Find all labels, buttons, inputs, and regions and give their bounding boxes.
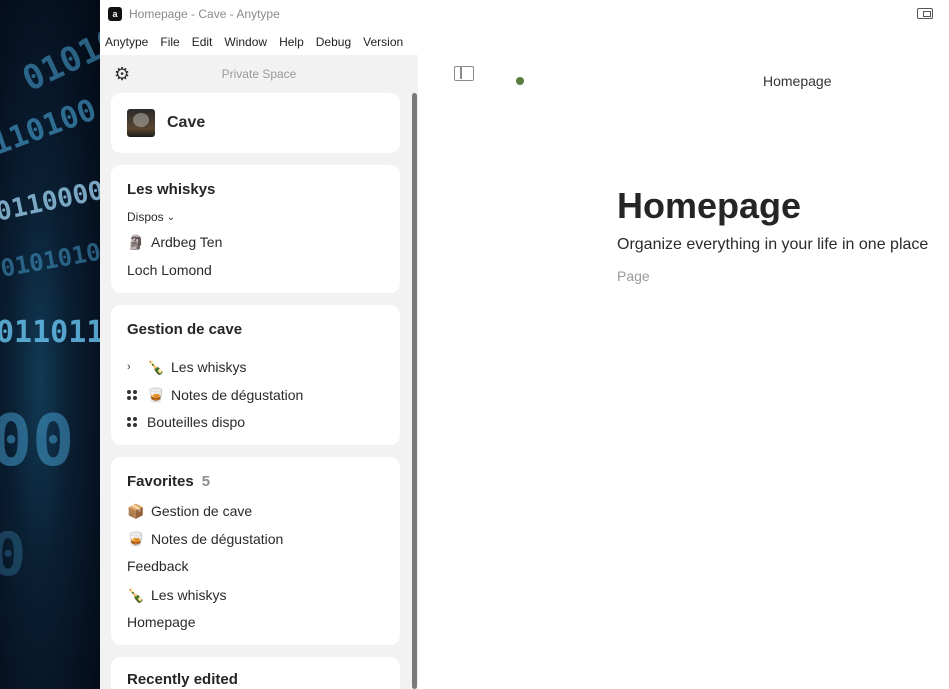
app-window: a Homepage - Cave - Anytype Anytype File… [100,0,949,689]
bullet-icon [127,390,141,400]
bottles-icon: 🍾 [127,586,145,603]
page-description[interactable]: Organize everything in your life in one … [617,236,928,254]
bullet-icon [127,417,141,427]
widget-gestion: Gestion de cave › 🍾 Les whiskys 🥃 Notes … [111,305,400,445]
view-selector[interactable]: Dispos ⌄ [127,210,175,224]
widget-title[interactable]: Les whiskys [127,181,215,198]
glass-icon: 🥃 [127,530,145,547]
space-name: Private Space [221,67,297,81]
bottles-icon: 🍾 [147,358,165,375]
list-item-label: Gestion de cave [151,503,253,519]
tree-item-label: Les whiskys [171,359,247,375]
space-card-name: Cave [167,114,206,131]
anytype-logo-icon: a [108,7,122,21]
sidebar-toggle-icon[interactable] [454,66,474,81]
list-item-label: Ardbeg Ten [151,234,223,250]
sidebar-scrollbar[interactable] [412,93,417,689]
widget-title[interactable]: Favorites 5 [127,473,210,490]
list-item[interactable]: 🍾 Les whiskys [127,586,226,604]
desktop-background: 01010 110100 01100000 01010100 011011 0 0… [0,0,100,689]
menu-debug[interactable]: Debug [316,35,351,49]
menu-version[interactable]: Version [363,35,403,49]
menu-window[interactable]: Window [224,35,267,49]
menu-edit[interactable]: Edit [192,35,213,49]
list-item[interactable]: 📦 Gestion de cave [127,502,252,520]
chevron-right-icon[interactable]: › [127,361,141,373]
whisky-figure-icon: 🗿 [127,233,145,250]
glass-icon: 🥃 [147,386,165,403]
chevron-down-icon: ⌄ [166,211,176,223]
widget-title-label: Favorites [127,473,194,490]
list-item[interactable]: Homepage [127,614,196,630]
sidebar: ⚙ Private Space Cave Les whiskys Dispos … [100,55,418,689]
list-item[interactable]: 🥃 Notes de dégustation [127,530,283,548]
gear-icon[interactable]: ⚙ [114,65,130,83]
window-title: Homepage - Cave - Anytype [129,7,280,21]
tree-item[interactable]: 🥃 Notes de dégustation [127,386,303,404]
list-item[interactable]: Feedback [127,558,188,574]
space-card-row: Cave [127,109,205,137]
menu-anytype[interactable]: Anytype [105,35,148,49]
widget-recent: Recently edited [111,657,400,689]
favorites-count: 5 [201,473,211,490]
sidebar-header: ⚙ Private Space [100,55,418,93]
page-title[interactable]: Homepage [617,185,801,227]
list-item-label: Homepage [127,614,196,630]
list-item-label: Les whiskys [151,587,227,603]
sync-status-icon[interactable] [516,77,524,85]
title-bar: a Homepage - Cave - Anytype [100,0,949,28]
object-type[interactable]: Page [617,268,650,284]
tree-item-label: Bouteilles dispo [147,414,246,430]
tree-item[interactable]: Bouteilles dispo [127,414,245,430]
tree-item-label: Notes de dégustation [171,387,304,403]
list-item-label: Loch Lomond [127,262,212,278]
list-item-label: Feedback [127,558,189,574]
menu-help[interactable]: Help [279,35,304,49]
widget-whiskys: Les whiskys Dispos ⌄ 🗿 Ardbeg Ten Loch L… [111,165,400,293]
menu-bar: Anytype File Edit Window Help Debug Vers… [100,28,949,55]
space-avatar [127,109,155,137]
window-control-icon[interactable] [917,8,933,19]
crate-icon: 📦 [127,502,145,519]
list-item-label: Notes de dégustation [151,531,284,547]
view-selector-label: Dispos [127,210,164,224]
space-card[interactable]: Cave [111,93,400,153]
list-item[interactable]: Loch Lomond [127,262,212,278]
tree-item[interactable]: › 🍾 Les whiskys [127,358,246,376]
menu-file[interactable]: File [160,35,179,49]
widget-title[interactable]: Gestion de cave [127,321,242,338]
header-title: Homepage [763,73,832,89]
list-item[interactable]: 🗿 Ardbeg Ten [127,233,222,251]
widget-title[interactable]: Recently edited [127,671,238,688]
widget-favorites: Favorites 5 📦 Gestion de cave 🥃 Notes de … [111,457,400,645]
